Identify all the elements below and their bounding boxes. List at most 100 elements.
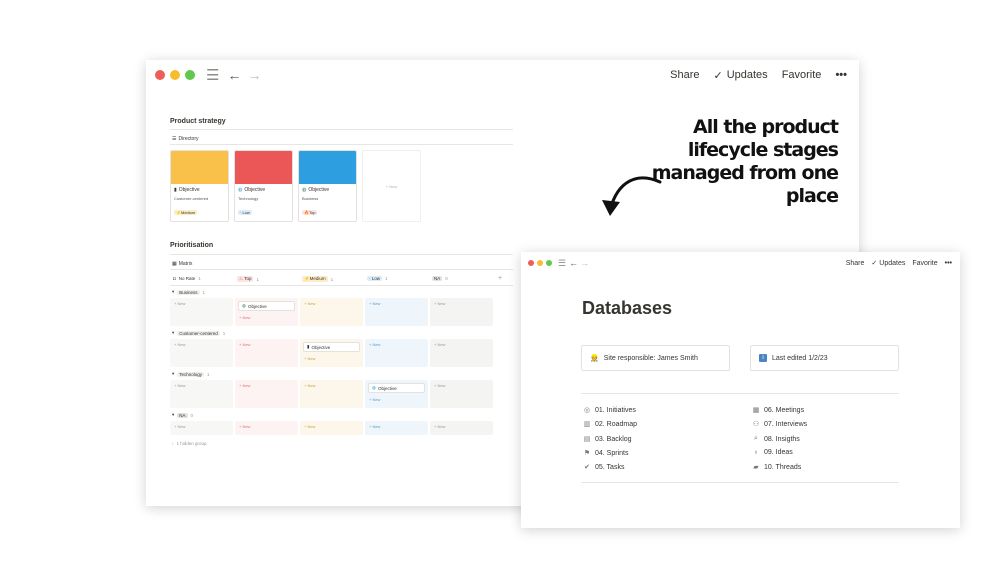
maximize-window-button[interactable] bbox=[546, 260, 552, 266]
db-link-sprints[interactable]: ⚑ 04. Sprints bbox=[583, 449, 629, 458]
people-icon: ⚇ bbox=[752, 421, 760, 428]
add-column-button[interactable]: + bbox=[498, 275, 502, 282]
group-na[interactable]: ▾ NA 0 bbox=[172, 412, 193, 418]
new-item-label: + New bbox=[239, 383, 251, 388]
db-link-threads[interactable]: ▰ 10. Threads bbox=[752, 463, 801, 472]
forward-arrow-icon[interactable]: → bbox=[580, 258, 589, 268]
share-button[interactable]: Share bbox=[846, 260, 865, 267]
back-arrow-icon[interactable]: ← bbox=[569, 258, 578, 268]
db-link-ideas[interactable]: ♁ 09. Ideas bbox=[752, 449, 793, 456]
db-link-tasks[interactable]: ✔ 05. Tasks bbox=[583, 463, 624, 472]
new-item-label: + New bbox=[304, 383, 316, 388]
matrix-cell[interactable]: ◍ Objective + New bbox=[365, 380, 428, 408]
new-item-label: + New bbox=[239, 315, 251, 320]
db-link-interviews[interactable]: ⚇ 07. Interviews bbox=[752, 420, 808, 429]
matrix-cell[interactable]: + New bbox=[235, 380, 298, 408]
matrix-cell[interactable]: + New bbox=[300, 298, 363, 326]
matrix-cell[interactable]: + New bbox=[235, 421, 298, 435]
column-header-top[interactable]: ♨ Top 1 bbox=[237, 276, 259, 282]
globe-icon: ◍ bbox=[238, 187, 243, 193]
objective-item[interactable]: ◍ Objective bbox=[238, 301, 295, 311]
matrix-cell[interactable]: + New bbox=[365, 339, 428, 367]
matrix-cell[interactable]: + New bbox=[300, 380, 363, 408]
db-link-label: 08. Insigths bbox=[764, 435, 800, 443]
objective-card-2[interactable]: ◍ Objective Technology · Low bbox=[234, 150, 293, 222]
calendar-icon: ▦ bbox=[752, 407, 760, 414]
group-label: Business bbox=[177, 289, 200, 295]
column-pill: ⚡Medium bbox=[302, 276, 328, 282]
matrix-cell[interactable]: + New bbox=[235, 339, 298, 367]
column-header-na[interactable]: NA 0 bbox=[432, 276, 448, 281]
db-link-initiatives[interactable]: ◎ 01. Initiatives bbox=[583, 406, 636, 415]
more-button[interactable]: ••• bbox=[945, 260, 952, 267]
objective-card-1[interactable]: ▮ Objective Customer-centered ⚡Medium bbox=[170, 150, 229, 222]
back-arrow-icon[interactable]: ← bbox=[227, 67, 241, 83]
column-label: Low bbox=[371, 276, 381, 281]
db-link-insights[interactable]: ⌕ 08. Insigths bbox=[752, 435, 800, 443]
share-button[interactable]: Share bbox=[670, 69, 699, 81]
check-circle-icon: ✔ bbox=[584, 464, 590, 471]
matrix-cell[interactable]: + New bbox=[430, 339, 493, 367]
db-link-backlog[interactable]: ▤ 03. Backlog bbox=[583, 435, 632, 444]
hidden-group-toggle[interactable]: › 1 hidden group bbox=[172, 441, 207, 446]
card-priority-text: Medium bbox=[180, 210, 196, 215]
column-header-low[interactable]: · Low 1 bbox=[367, 276, 388, 281]
check-icon: ✓ bbox=[713, 69, 723, 82]
close-window-button[interactable] bbox=[528, 260, 534, 266]
maximize-window-button[interactable] bbox=[185, 70, 195, 80]
matrix-cell[interactable]: + New bbox=[430, 380, 493, 408]
triangle-down-icon: ▾ bbox=[172, 371, 175, 376]
column-count: 1 bbox=[256, 276, 259, 282]
card-title-text: Objective bbox=[308, 187, 330, 193]
card-priority-text: Top bbox=[308, 210, 316, 215]
new-card-button[interactable]: + New bbox=[362, 150, 421, 222]
group-technology[interactable]: ▾ Technology 1 bbox=[172, 371, 210, 377]
close-window-button[interactable] bbox=[155, 70, 165, 80]
favorite-button[interactable]: Favorite bbox=[912, 260, 937, 267]
matrix-cell[interactable]: + New bbox=[170, 339, 233, 367]
menu-icon[interactable]: ☰ bbox=[558, 258, 566, 269]
earth-icon: ◍ bbox=[242, 303, 246, 308]
objective-card-3[interactable]: ◍ Objective Business 🔥Top bbox=[298, 150, 357, 222]
tab-directory[interactable]: ☰ Directory bbox=[172, 136, 199, 142]
card-priority-text: Low bbox=[242, 210, 250, 215]
matrix-cell[interactable]: + New bbox=[170, 380, 233, 408]
new-item-label: + New bbox=[304, 356, 316, 361]
callout-text: Last edited 1/2/23 bbox=[772, 354, 828, 362]
new-item-label: + New bbox=[174, 301, 186, 306]
forward-arrow-icon[interactable]: → bbox=[247, 67, 261, 83]
column-header-medium[interactable]: ⚡Medium 1 bbox=[302, 276, 333, 282]
minimize-window-button[interactable] bbox=[170, 70, 180, 80]
db-link-label: 09. Ideas bbox=[764, 449, 793, 456]
objective-item[interactable]: ▮ Objective bbox=[303, 342, 360, 352]
objective-item[interactable]: ◍ Objective bbox=[368, 383, 425, 393]
matrix-cell[interactable]: + New bbox=[170, 298, 233, 326]
minimize-window-button[interactable] bbox=[537, 260, 543, 266]
db-link-label: 07. Interviews bbox=[764, 420, 808, 428]
matrix-cell[interactable]: + New bbox=[300, 421, 363, 435]
group-customer-centered[interactable]: ▾ Customer-centered 1 bbox=[172, 330, 225, 336]
column-count: 1 bbox=[198, 276, 201, 281]
matrix-cell[interactable]: + New bbox=[170, 421, 233, 435]
menu-icon[interactable]: ☰ bbox=[206, 66, 219, 84]
matrix-cell[interactable]: + New bbox=[365, 298, 428, 326]
callout-text: Site responsible: James Smith bbox=[603, 354, 698, 362]
column-header-no-rate[interactable]: ◘ No Rate 1 bbox=[173, 276, 201, 281]
matrix-cell[interactable]: ▮ Objective + New bbox=[300, 339, 363, 367]
more-button[interactable]: ••• bbox=[835, 69, 847, 81]
group-label: NA bbox=[177, 412, 188, 418]
column-label: NA bbox=[432, 276, 443, 281]
db-link-roadmap[interactable]: ▥ 02. Roadmap bbox=[583, 420, 637, 429]
updates-button[interactable]: ✓ Updates bbox=[871, 259, 905, 268]
matrix-cell[interactable]: + New bbox=[365, 421, 428, 435]
group-count: 1 bbox=[222, 330, 226, 336]
db-link-meetings[interactable]: ▦ 06. Meetings bbox=[752, 406, 804, 415]
matrix-cell[interactable]: + New bbox=[430, 421, 493, 435]
favorite-button[interactable]: Favorite bbox=[782, 69, 822, 81]
objective-label: Objective bbox=[377, 385, 397, 391]
updates-button[interactable]: ✓ Updates bbox=[713, 69, 767, 82]
tab-matrix[interactable]: ▦ Matrix bbox=[172, 261, 192, 267]
matrix-cell[interactable]: ◍ Objective + New bbox=[235, 298, 298, 326]
group-business[interactable]: ▾ Business 1 bbox=[172, 289, 205, 295]
matrix-cell[interactable]: + New bbox=[430, 298, 493, 326]
